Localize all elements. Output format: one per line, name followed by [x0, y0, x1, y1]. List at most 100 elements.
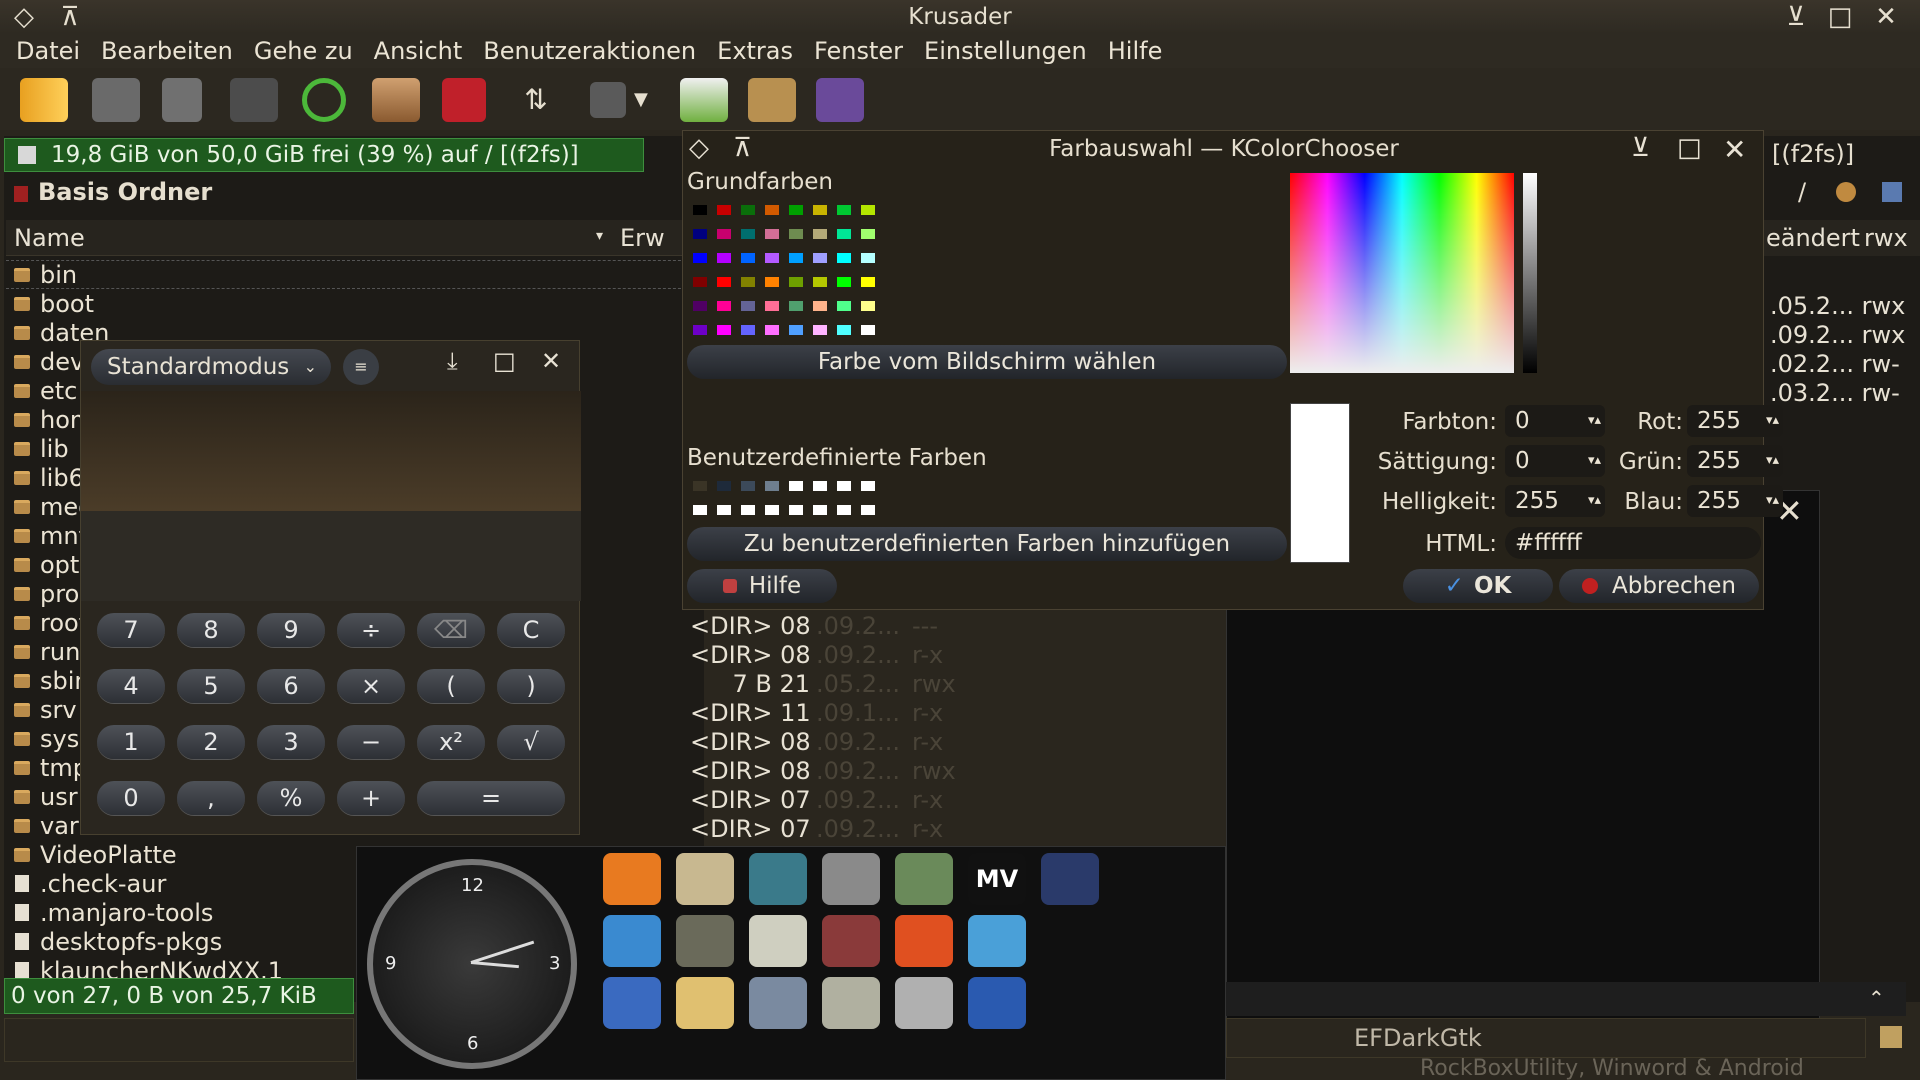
- bookmark-icon[interactable]: [1882, 182, 1902, 202]
- wireless-icon[interactable]: [968, 915, 1026, 967]
- color-swatch[interactable]: [765, 325, 779, 335]
- color-swatch[interactable]: [861, 229, 875, 239]
- menu-extras[interactable]: Extras: [717, 37, 793, 65]
- col-permissions[interactable]: rwx: [1864, 224, 1908, 252]
- keep-below-icon[interactable]: ⤓: [447, 347, 458, 375]
- custom-color-swatch[interactable]: [813, 505, 827, 515]
- color-swatch[interactable]: [717, 277, 731, 287]
- color-swatch[interactable]: [813, 325, 827, 335]
- mount-icon[interactable]: [680, 78, 728, 122]
- blue-spinbox[interactable]: 255 ▾▴: [1687, 485, 1783, 517]
- custom-color-swatch[interactable]: [837, 505, 851, 515]
- dialog-keep-above-icon[interactable]: ⊼: [733, 133, 752, 163]
- custom-color-swatch[interactable]: [861, 481, 875, 491]
- calculator-icon[interactable]: [749, 915, 807, 967]
- color-swatch[interactable]: [741, 253, 755, 263]
- custom-color-swatch[interactable]: [693, 505, 707, 515]
- breadcrumb[interactable]: Basis Ordner: [38, 178, 212, 206]
- color-swatch[interactable]: [693, 325, 707, 335]
- menu-datei[interactable]: Datei: [16, 37, 80, 65]
- home-icon[interactable]: [230, 78, 278, 122]
- custom-color-swatch[interactable]: [861, 505, 875, 515]
- custom-color-swatch[interactable]: [693, 481, 707, 491]
- notepad-icon[interactable]: [676, 977, 734, 1029]
- custom-color-swatch[interactable]: [837, 481, 851, 491]
- custom-color-swatch[interactable]: [789, 481, 803, 491]
- undo-icon[interactable]: [748, 78, 796, 122]
- color-swatch[interactable]: [765, 205, 779, 215]
- cancel-button[interactable]: Abbrechen: [1559, 569, 1759, 603]
- calc-key[interactable]: +: [337, 781, 405, 815]
- gimp-icon[interactable]: [822, 977, 880, 1029]
- red-spinbox[interactable]: 255 ▾▴: [1687, 405, 1783, 437]
- color-swatch[interactable]: [693, 229, 707, 239]
- minimize-icon[interactable]: ⊻: [1778, 2, 1814, 32]
- color-swatch[interactable]: [837, 229, 851, 239]
- custom-color-swatch[interactable]: [741, 505, 755, 515]
- color-swatch[interactable]: [741, 325, 755, 335]
- archive-icon[interactable]: [442, 78, 486, 122]
- color-swatch[interactable]: [789, 277, 803, 287]
- color-swatch[interactable]: [693, 301, 707, 311]
- color-swatch[interactable]: [741, 229, 755, 239]
- calc-key[interactable]: 7: [97, 613, 165, 647]
- menu-bearbeiten[interactable]: Bearbeiten: [101, 37, 233, 65]
- camera-icon[interactable]: [822, 853, 880, 905]
- color-swatch[interactable]: [813, 277, 827, 287]
- firefox-icon[interactable]: [603, 853, 661, 905]
- color-swatch[interactable]: [837, 301, 851, 311]
- monitor-icon[interactable]: [676, 915, 734, 967]
- color-swatch[interactable]: [813, 205, 827, 215]
- view-dropdown-icon[interactable]: ▼: [634, 78, 654, 122]
- green-spinbox[interactable]: 255 ▾▴: [1687, 445, 1783, 477]
- calc-key[interactable]: ,: [177, 781, 245, 815]
- menu-hilfe[interactable]: Hilfe: [1108, 37, 1163, 65]
- calc-close-icon[interactable]: ✕: [541, 347, 561, 375]
- hue-spinbox[interactable]: 0 ▾▴: [1505, 405, 1605, 437]
- scroll-up-icon[interactable]: ⌃: [1868, 986, 1885, 1010]
- calc-key[interactable]: √: [497, 725, 565, 759]
- color-swatch[interactable]: [837, 205, 851, 215]
- network-monitor-icon[interactable]: [895, 853, 953, 905]
- calc-key[interactable]: 1: [97, 725, 165, 759]
- terminal-icon[interactable]: [816, 78, 864, 122]
- dialog-menu-icon[interactable]: ◇: [689, 133, 709, 163]
- hue-saturation-field[interactable]: [1290, 173, 1514, 373]
- custom-color-swatch[interactable]: [717, 505, 731, 515]
- color-swatch[interactable]: [861, 253, 875, 263]
- search-icon[interactable]: [372, 78, 420, 122]
- forward-icon[interactable]: [92, 78, 140, 122]
- color-swatch[interactable]: [741, 205, 755, 215]
- color-swatch[interactable]: [789, 325, 803, 335]
- right-row[interactable]: .05.2... rwx: [1770, 292, 1905, 321]
- calc-key[interactable]: ): [497, 669, 565, 703]
- calc-key[interactable]: C: [497, 613, 565, 647]
- scanner-icon[interactable]: [749, 977, 807, 1029]
- calc-key[interactable]: 6: [257, 669, 325, 703]
- typewriter-icon[interactable]: [749, 853, 807, 905]
- color-swatch[interactable]: [717, 301, 731, 311]
- col-modified[interactable]: eändert: [1766, 224, 1860, 252]
- dialog-maximize-icon[interactable]: □: [1677, 133, 1702, 163]
- calc-key[interactable]: ⌫: [417, 613, 485, 647]
- close-icon[interactable]: ✕: [1868, 2, 1904, 32]
- value-slider[interactable]: [1523, 173, 1537, 373]
- calc-key[interactable]: 9: [257, 613, 325, 647]
- color-swatch[interactable]: [789, 205, 803, 215]
- sort-icon[interactable]: ▾: [596, 228, 603, 244]
- color-swatch[interactable]: [765, 229, 779, 239]
- custom-color-swatch[interactable]: [765, 481, 779, 491]
- right-row[interactable]: .03.2... rw-: [1770, 379, 1905, 408]
- calc-key[interactable]: 0: [97, 781, 165, 815]
- color-swatch[interactable]: [861, 277, 875, 287]
- calc-key[interactable]: ÷: [337, 613, 405, 647]
- calc-key[interactable]: (: [417, 669, 485, 703]
- menu-benutzeraktionen[interactable]: Benutzeraktionen: [483, 37, 696, 65]
- keep-above-icon[interactable]: ⊼: [52, 2, 88, 32]
- dialog-minimize-icon[interactable]: ⊻: [1631, 133, 1650, 163]
- mode-selector[interactable]: Standardmodus ⌄: [91, 349, 331, 385]
- col-name[interactable]: Name: [14, 224, 85, 252]
- photo-booth-icon[interactable]: [822, 915, 880, 967]
- folder-icon[interactable]: [1880, 1026, 1902, 1048]
- menu-fenster[interactable]: Fenster: [814, 37, 903, 65]
